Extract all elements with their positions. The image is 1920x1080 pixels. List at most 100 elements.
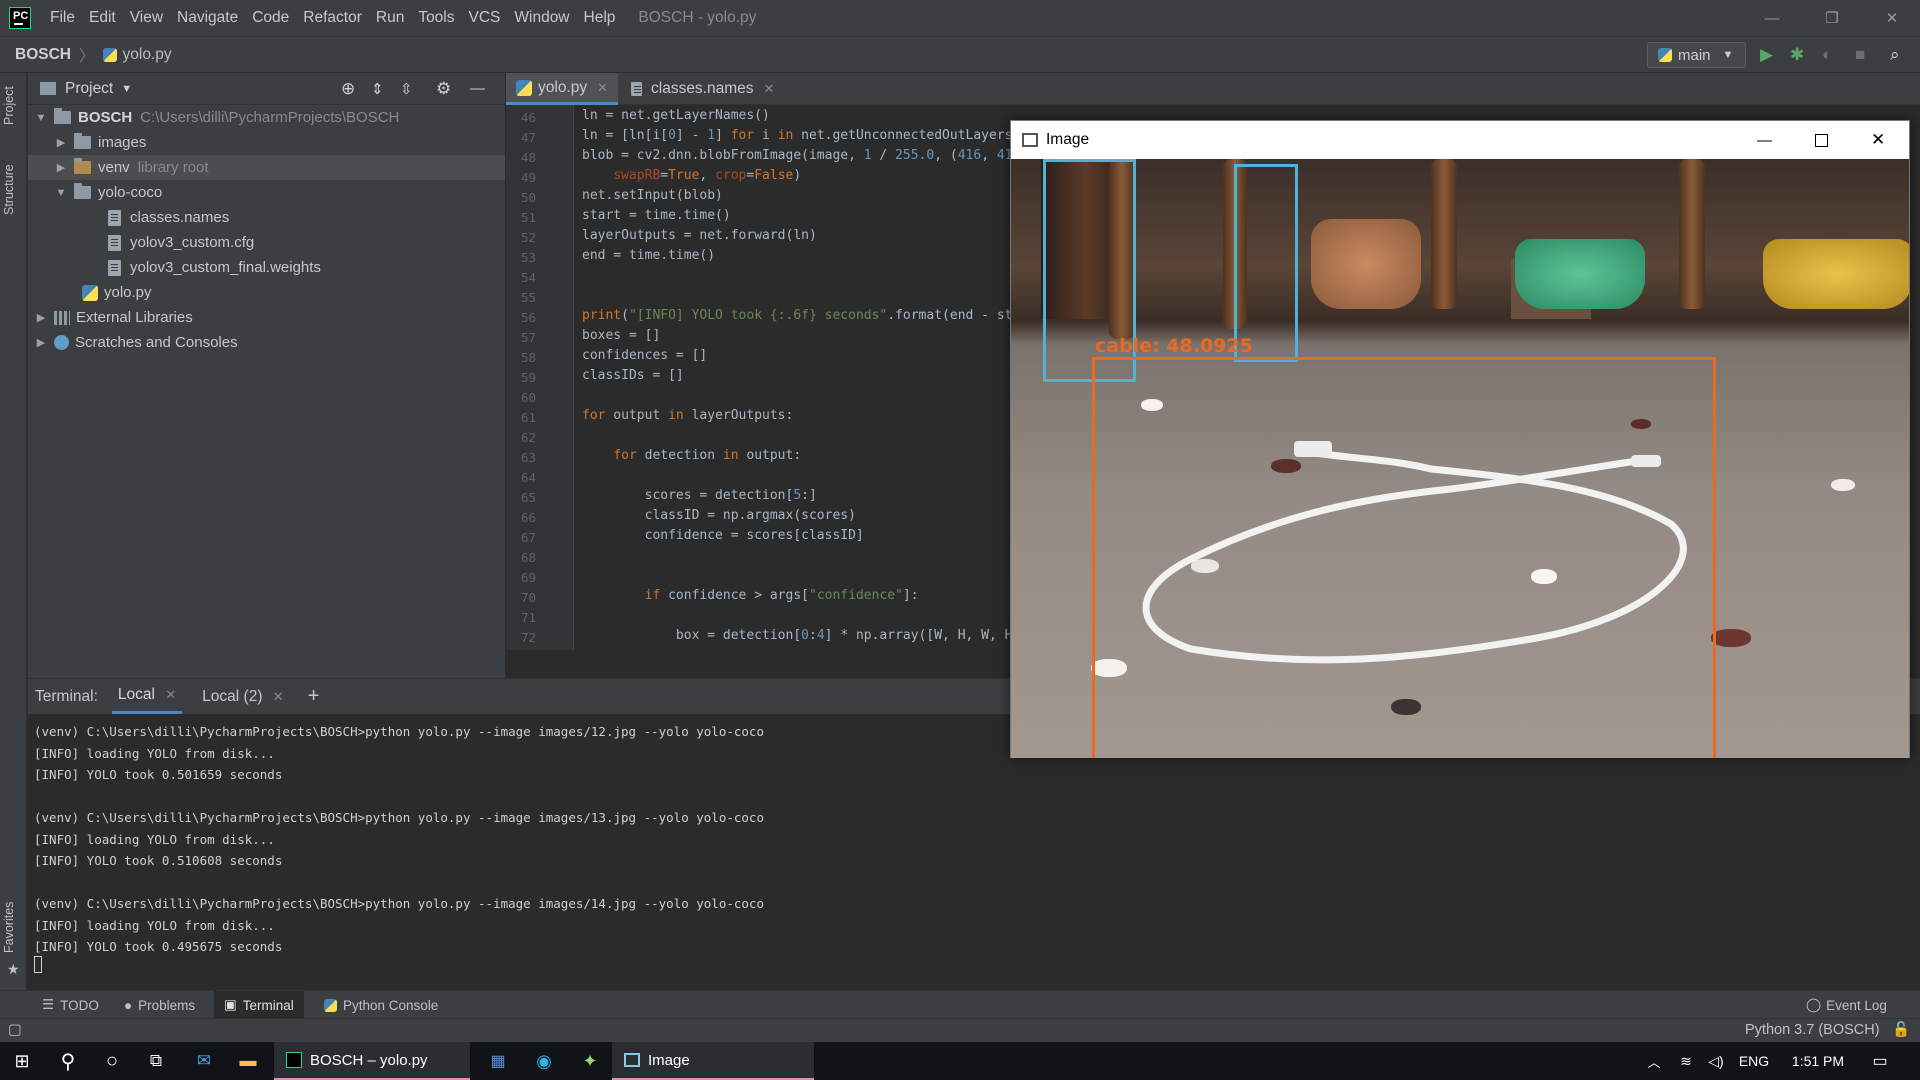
close-tab-icon[interactable]: ✕	[165, 687, 176, 702]
debug-icon[interactable]: ✱	[1790, 45, 1804, 65]
code-line[interactable]: boxes = []	[582, 328, 660, 343]
hide-panel-icon[interactable]: —	[470, 80, 485, 97]
code-line[interactable]: box = detection[0:4] * np.array([W, H, W…	[582, 628, 1010, 643]
wifi-icon[interactable]: ≋	[1672, 1042, 1700, 1080]
tree-item-cfg[interactable]: yolov3_custom.cfg	[28, 230, 505, 255]
todo-tool-button[interactable]: ☰ TODO	[36, 991, 105, 1019]
project-side-tab[interactable]: Project	[2, 86, 16, 125]
event-log-tool-button[interactable]: ◯ Event Log	[1800, 991, 1893, 1019]
code-line[interactable]: for detection in output:	[582, 448, 801, 463]
menu-run[interactable]: Run	[369, 9, 411, 27]
tree-item-external-libraries[interactable]: ▶ External Libraries	[28, 305, 505, 330]
taskbar-pycharm[interactable]: BOSCH – yolo.py	[274, 1042, 470, 1080]
stop-icon[interactable]: ■	[1855, 45, 1865, 65]
run-config-selector[interactable]: main ▼	[1647, 42, 1746, 68]
chevron-up-icon[interactable]: ︿	[1640, 1042, 1668, 1080]
menu-edit[interactable]: Edit	[82, 9, 123, 27]
image-viewer-window[interactable]: Image — ✕ cable: 48.0925	[1010, 120, 1910, 758]
lock-icon[interactable]: 🔓	[1892, 1021, 1910, 1038]
minimize-button[interactable]: —	[1744, 0, 1800, 36]
notifications-icon[interactable]: ▭	[1860, 1042, 1900, 1080]
clock[interactable]: 1:51 PM	[1782, 1042, 1854, 1080]
interpreter-status[interactable]: Python 3.7 (BOSCH)	[1745, 1022, 1880, 1038]
code-line[interactable]: confidences = []	[582, 348, 707, 363]
code-line[interactable]: for output in layerOutputs:	[582, 408, 793, 423]
code-line[interactable]: ln = net.getLayerNames()	[582, 108, 770, 123]
menu-refactor[interactable]: Refactor	[296, 9, 369, 27]
menu-vcs[interactable]: VCS	[462, 9, 508, 27]
locate-icon[interactable]: ⊕	[341, 79, 355, 99]
code-line[interactable]: confidence = scores[classID]	[582, 528, 864, 543]
collapse-all-icon[interactable]: ⇳	[400, 80, 413, 98]
code-line[interactable]: swapRB=True, crop=False)	[582, 168, 801, 183]
start-icon[interactable]: ⊞	[0, 1042, 44, 1080]
restore-button[interactable]: ❐	[1804, 0, 1860, 36]
mail-icon[interactable]: ✉	[182, 1042, 226, 1080]
code-line[interactable]: classIDs = []	[582, 368, 684, 383]
menu-navigate[interactable]: Navigate	[170, 9, 245, 27]
tree-item-yolo-coco[interactable]: ▼ yolo-coco	[28, 180, 505, 205]
python-launcher-icon[interactable]: ✦	[568, 1042, 612, 1080]
terminal-tab-local-2[interactable]: Local (2) ✕	[196, 681, 290, 713]
python-console-tool-button[interactable]: Python Console	[318, 991, 444, 1019]
code-line[interactable]: net.setInput(blob)	[582, 188, 723, 203]
problems-tool-button[interactable]: ● Problems	[118, 991, 201, 1019]
code-line[interactable]: scores = detection[5:]	[582, 488, 817, 503]
language-indicator[interactable]: ENG	[1736, 1042, 1772, 1080]
code-line[interactable]: print("[INFO] YOLO took {:.6f} seconds".…	[582, 308, 1010, 323]
code-line[interactable]: classID = np.argmax(scores)	[582, 508, 856, 523]
code-line[interactable]: end = time.time()	[582, 248, 715, 263]
new-terminal-icon[interactable]: +	[308, 685, 320, 708]
gear-icon[interactable]: ⚙	[436, 79, 451, 99]
cortana-icon[interactable]: ○	[90, 1042, 134, 1080]
image-window-titlebar[interactable]: Image — ✕	[1011, 121, 1909, 159]
expand-all-icon[interactable]: ⇕	[371, 80, 384, 98]
code-line[interactable]: blob = cv2.dnn.blobFromImage(image, 1 / …	[582, 148, 1010, 163]
close-tab-icon[interactable]: ✕	[273, 689, 284, 704]
minimize-icon[interactable]: —	[1757, 132, 1772, 149]
edge-icon[interactable]: ◉	[522, 1042, 566, 1080]
terminal-tab-local[interactable]: Local ✕	[111, 679, 183, 714]
search-everywhere-icon[interactable]: ⌕	[1890, 45, 1900, 65]
volume-icon[interactable]: ◁)	[1702, 1042, 1730, 1080]
close-window-button[interactable]: ✕	[1864, 0, 1920, 36]
tree-item-venv[interactable]: ▶ venv library root	[28, 155, 505, 180]
favorites-side-tab[interactable]: Favorites	[2, 902, 16, 953]
close-tab-icon[interactable]: ✕	[597, 80, 608, 96]
code-line[interactable]: ln = [ln[i[0] - 1] for i in net.getUncon…	[582, 128, 1010, 143]
tree-item-yolo-py[interactable]: yolo.py	[28, 280, 505, 305]
taskbar-image-window[interactable]: Image	[612, 1042, 814, 1080]
tree-item-images[interactable]: ▶ images	[28, 130, 505, 155]
tree-item-classes-names[interactable]: classes.names	[28, 205, 505, 230]
menu-window[interactable]: Window	[507, 9, 576, 27]
run-icon[interactable]: ▶	[1760, 45, 1773, 65]
file-explorer-icon[interactable]: ▬	[226, 1042, 270, 1080]
close-icon[interactable]: ✕	[1871, 130, 1885, 150]
code-line[interactable]: start = time.time()	[582, 208, 731, 223]
task-view-icon[interactable]: ⧉	[134, 1042, 178, 1080]
menu-file[interactable]: File	[43, 9, 82, 27]
coverage-icon[interactable]: ◐	[1822, 45, 1832, 65]
close-tab-icon[interactable]: ✕	[764, 81, 775, 97]
tree-root[interactable]: ▼ BOSCH C:\Users\dilli\PycharmProjects\B…	[28, 105, 505, 130]
project-view-title[interactable]: Project	[65, 80, 113, 98]
menu-help[interactable]: Help	[577, 9, 623, 27]
structure-side-tab[interactable]: Structure	[2, 164, 16, 215]
calendar-app-icon[interactable]: ▦	[476, 1042, 520, 1080]
breadcrumb-project[interactable]: BOSCH	[15, 46, 71, 64]
pycharm-logo-icon[interactable]: PC	[9, 7, 31, 29]
layout-icon[interactable]: ▢	[8, 1022, 22, 1038]
breadcrumb-file[interactable]: yolo.py	[123, 46, 172, 64]
tree-item-scratches[interactable]: ▶ Scratches and Consoles	[28, 330, 505, 355]
code-editor[interactable]: ln = net.getLayerNames() ln = [ln[i[0] - …	[574, 105, 1010, 650]
code-line[interactable]: layerOutputs = net.forward(ln)	[582, 228, 817, 243]
menu-tools[interactable]: Tools	[411, 9, 461, 27]
menu-code[interactable]: Code	[245, 9, 296, 27]
code-line[interactable]: if confidence > args["confidence"]:	[582, 588, 919, 603]
maximize-icon[interactable]	[1815, 133, 1828, 147]
terminal-tool-button[interactable]: ▣ Terminal	[214, 991, 304, 1019]
menu-view[interactable]: View	[123, 9, 170, 27]
tree-item-weights[interactable]: yolov3_custom_final.weights	[28, 255, 505, 280]
tab-classes-names[interactable]: classes.names ✕	[621, 73, 784, 105]
chevron-down-icon[interactable]: ▼	[121, 83, 132, 95]
